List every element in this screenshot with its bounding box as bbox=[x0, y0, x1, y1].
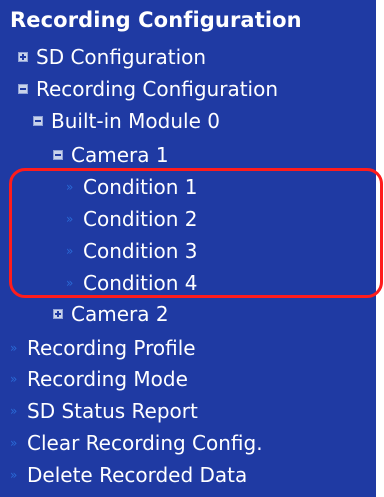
recording-config-panel: Recording Configuration SD Configuration… bbox=[0, 0, 376, 497]
menu-delete-recorded-data[interactable]: » Delete Recorded Data bbox=[10, 460, 247, 490]
menu-label: Condition 4 bbox=[83, 271, 198, 295]
menu-label: Camera 1 bbox=[71, 143, 169, 167]
menu-label: SD Status Report bbox=[27, 399, 198, 423]
menu-label: Recording Configuration bbox=[36, 77, 279, 101]
double-chevron-right-icon: » bbox=[10, 468, 17, 482]
menu-label: Camera 2 bbox=[71, 302, 169, 326]
menu-camera-1[interactable]: Camera 1 bbox=[53, 140, 169, 170]
double-chevron-right-icon: » bbox=[66, 180, 73, 194]
menu-camera-2[interactable]: Camera 2 bbox=[53, 299, 169, 329]
menu-sd-status-report[interactable]: » SD Status Report bbox=[10, 396, 198, 426]
double-chevron-right-icon: » bbox=[66, 276, 73, 290]
menu-built-in-module-0[interactable]: Built-in Module 0 bbox=[33, 106, 220, 136]
menu-recording-mode[interactable]: » Recording Mode bbox=[10, 364, 188, 394]
menu-condition-2[interactable]: » Condition 2 bbox=[66, 204, 198, 234]
menu-recording-configuration[interactable]: Recording Configuration bbox=[18, 74, 278, 104]
double-chevron-right-icon: » bbox=[66, 244, 73, 258]
menu-label: Condition 2 bbox=[83, 207, 198, 231]
menu-condition-4[interactable]: » Condition 4 bbox=[66, 268, 198, 298]
menu-label: Condition 1 bbox=[83, 175, 198, 199]
panel-title: Recording Configuration bbox=[10, 8, 302, 32]
menu-label: Recording Profile bbox=[27, 336, 196, 360]
menu-label: SD Configuration bbox=[36, 45, 207, 69]
minus-square-icon[interactable] bbox=[53, 150, 63, 160]
menu-clear-recording-config[interactable]: » Clear Recording Config. bbox=[10, 428, 263, 458]
minus-square-icon[interactable] bbox=[33, 116, 43, 126]
menu-label: Condition 3 bbox=[83, 239, 198, 263]
menu-recording-profile[interactable]: » Recording Profile bbox=[10, 333, 196, 363]
double-chevron-right-icon: » bbox=[10, 372, 17, 386]
double-chevron-right-icon: » bbox=[10, 436, 17, 450]
menu-sd-configuration[interactable]: SD Configuration bbox=[18, 42, 206, 72]
double-chevron-right-icon: » bbox=[66, 212, 73, 226]
menu-condition-3[interactable]: » Condition 3 bbox=[66, 236, 198, 266]
menu-condition-1[interactable]: » Condition 1 bbox=[66, 172, 198, 202]
menu-label: Recording Mode bbox=[27, 367, 188, 391]
menu-label: Delete Recorded Data bbox=[27, 463, 248, 487]
plus-square-icon[interactable] bbox=[18, 52, 28, 62]
minus-square-icon[interactable] bbox=[18, 84, 28, 94]
double-chevron-right-icon: » bbox=[10, 341, 17, 355]
plus-square-icon[interactable] bbox=[53, 309, 63, 319]
double-chevron-right-icon: » bbox=[10, 404, 17, 418]
menu-label: Clear Recording Config. bbox=[27, 431, 263, 455]
menu-label: Built-in Module 0 bbox=[51, 109, 220, 133]
